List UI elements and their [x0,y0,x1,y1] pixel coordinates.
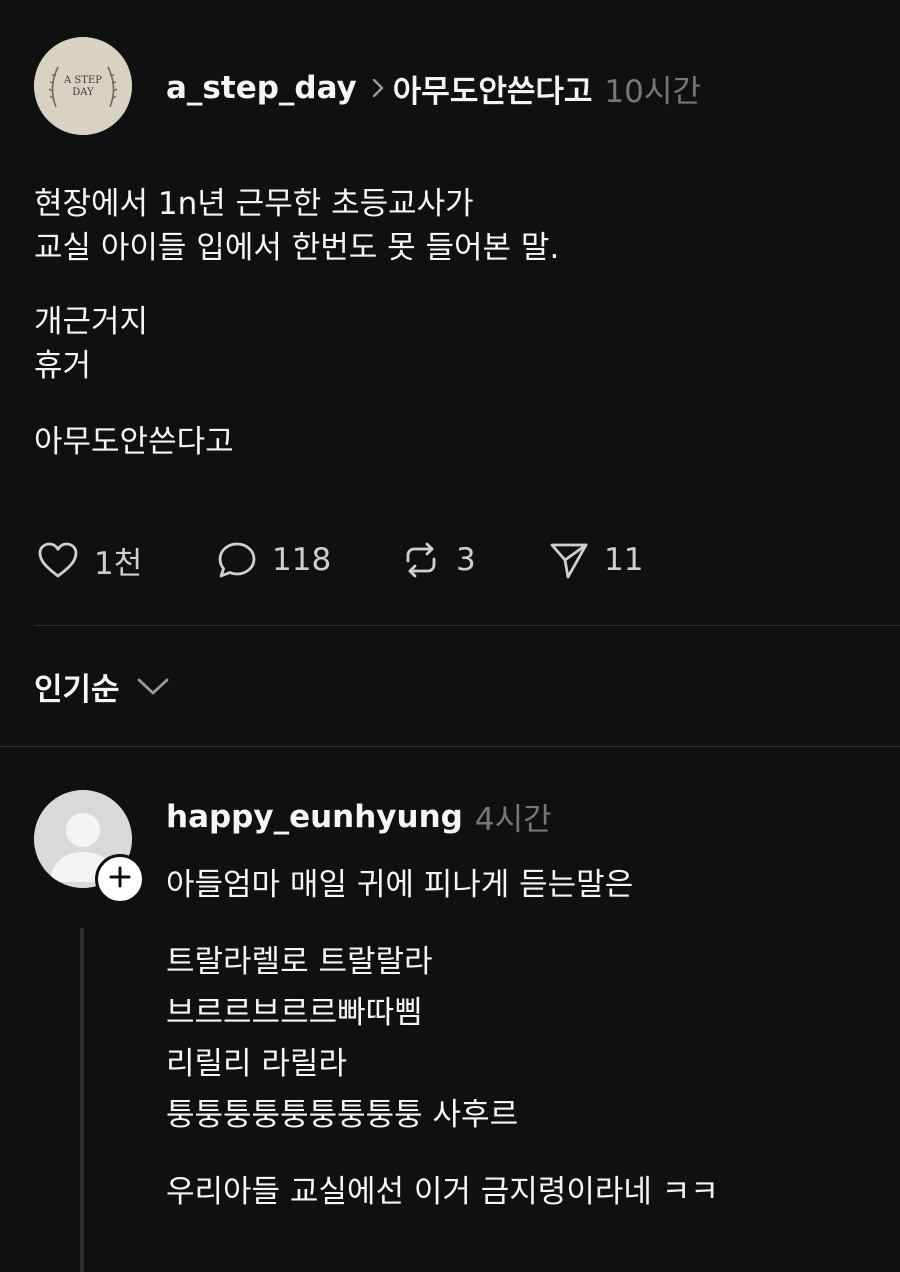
comment-author-name[interactable]: happy_eunhyung [166,799,463,835]
post-text-line: 현장에서 1n년 근무한 초등교사가 [34,186,474,222]
repost-count: 3 [456,542,476,578]
post-author-name[interactable]: a_step_day [166,70,357,106]
send-icon [548,539,590,581]
post-text-line: 개근거지 [34,304,149,340]
comment-text-line: 퉁퉁퉁퉁퉁퉁퉁퉁퉁 사후르 [166,1097,519,1133]
heart-icon [36,540,80,580]
share-button[interactable]: 11 [548,539,643,581]
share-count: 11 [604,542,644,578]
post-text-line: 휴거 [34,348,92,384]
post-text-line: 아무도안쓴다고 [34,424,234,460]
comment-body: 아들엄마 매일 귀에 피나게 듣는말은 트랄라렐로 트랄랄라 브르르브르르빠따삠… [166,860,866,1218]
comment-time: 4시간 [474,802,552,838]
reply-button[interactable]: 118 [216,539,400,581]
avatar-logo-icon: A STEP DAY [34,37,132,135]
chevron-down-icon [136,669,170,705]
thread-line [80,928,84,1272]
avatar-text-top: A STEP [63,75,102,86]
follow-button[interactable] [95,854,145,904]
post-body: 현장에서 1n년 근무한 초등교사가 교실 아이들 입에서 한번도 못 들어본 … [34,182,864,464]
avatar-text-bottom: DAY [72,87,94,98]
comment-text-line: 아들엄마 매일 귀에 피나게 듣는말은 [166,867,634,903]
post-topic-tag[interactable]: 아무도안쓴다고 [393,66,593,111]
divider [34,625,900,626]
post-action-bar: 1천 118 3 11 [36,536,643,584]
comment-text-line: 리릴리 라릴라 [166,1046,347,1082]
like-button[interactable]: 1천 [36,538,216,583]
comment-meta: happy_eunhyung 4시간 [166,794,552,839]
sort-dropdown[interactable]: 인기순 [34,664,170,709]
repost-button[interactable]: 3 [400,539,548,581]
post-time: 10시간 [604,73,701,110]
plus-icon [107,864,133,894]
divider [0,746,900,747]
like-count: 1천 [94,545,143,582]
repost-icon [400,539,442,581]
post-text-line: 교실 아이들 입에서 한번도 못 들어본 말. [34,230,560,266]
comment-text-line: 트랄라렐로 트랄랄라 [166,944,433,980]
post-meta: a_step_day 아무도안쓴다고 10시간 [166,66,701,111]
post-header: A STEP DAY a_step_day 아무도안쓴다고 10시간 [34,36,874,136]
comment-icon [216,539,258,581]
sort-label: 인기순 [34,672,120,708]
author-avatar[interactable]: A STEP DAY [34,37,132,135]
comment-text-line: 우리아들 교실에선 이거 금지령이라네 ㅋㅋ [166,1174,719,1210]
reply-count: 118 [272,542,332,578]
comment-text-line: 브르르브르르빠따삠 [166,995,423,1031]
chevron-right-icon [371,77,385,99]
